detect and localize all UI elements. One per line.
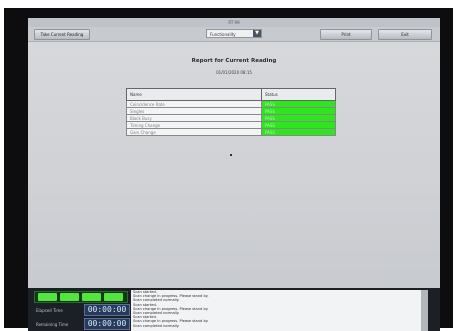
- report-type-dropdown[interactable]: Functionality ▼: [206, 29, 262, 38]
- results-table: Name Status Coincidence Rate PASS Single…: [126, 88, 336, 136]
- mouse-cursor: [230, 154, 232, 156]
- row-name: Coincidence Rate: [126, 100, 262, 108]
- row-name: Block Busy: [126, 114, 262, 122]
- report-timestamp: 01/01/2020 08:15: [216, 70, 252, 75]
- row-status: PASS: [261, 128, 336, 136]
- status-lamp: [104, 293, 123, 301]
- status-lamp: [60, 293, 79, 301]
- column-header-status: Status: [261, 88, 336, 101]
- exit-button[interactable]: Exit: [378, 29, 432, 40]
- table-row: Gain Change PASS: [126, 128, 336, 136]
- remaining-time-label: Remaining Time: [36, 322, 69, 327]
- scan-log[interactable]: Scan started. Scan change in progress. P…: [131, 290, 428, 331]
- row-name: Singles: [126, 107, 262, 115]
- table-row: Block Busy PASS: [126, 114, 336, 122]
- elapsed-time-value: 00:00:00: [84, 304, 130, 316]
- table-row: Coincidence Rate PASS: [126, 100, 336, 108]
- toolbar: Take Current Reading Functionality ▼ Pri…: [28, 27, 440, 42]
- report-title: Report for Current Reading: [191, 58, 277, 64]
- dropdown-value: Functionality: [210, 32, 236, 37]
- chevron-down-icon[interactable]: ▼: [253, 30, 261, 37]
- table-row: Singles PASS: [126, 107, 336, 115]
- take-current-reading-button[interactable]: Take Current Reading: [34, 29, 90, 40]
- remaining-time-value: 00:00:00: [84, 318, 130, 330]
- row-name: Timing Change: [126, 121, 262, 129]
- log-line: Scan completed normally.: [133, 323, 180, 328]
- row-status: PASS: [261, 100, 336, 108]
- table-header-row: Name Status: [126, 88, 336, 101]
- elapsed-time-label: Elapsed Time: [36, 308, 63, 313]
- column-header-name: Name: [126, 88, 262, 101]
- row-status: PASS: [261, 121, 336, 129]
- row-status: PASS: [261, 114, 336, 122]
- log-scrollbar[interactable]: [421, 290, 428, 331]
- status-lamp: [82, 293, 101, 301]
- print-button[interactable]: Print: [320, 29, 372, 40]
- window-title: RT 99: [28, 18, 440, 27]
- status-panel: Elapsed Time 00:00:00 Remaining Time 00:…: [28, 288, 440, 331]
- table-row: Timing Change PASS: [126, 121, 336, 129]
- row-name: Gain Change: [126, 128, 262, 136]
- status-lamp: [38, 293, 57, 301]
- row-status: PASS: [261, 107, 336, 115]
- application-window: RT 99 Take Current Reading Functionality…: [28, 18, 440, 331]
- status-lamps: [34, 291, 128, 303]
